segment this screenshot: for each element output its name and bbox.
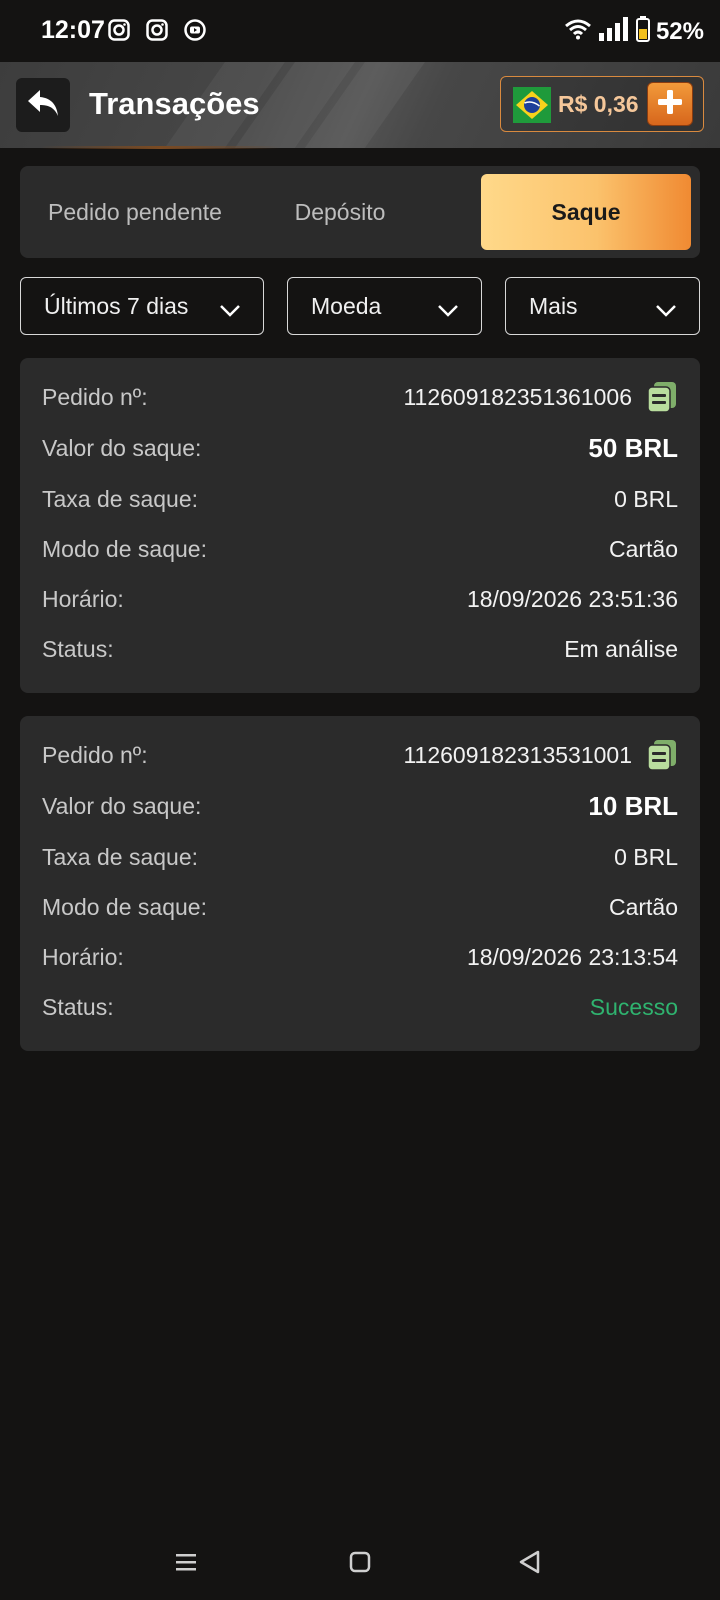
battery-percent: 52% [655,17,704,45]
status-value: Sucesso [589,994,678,1020]
recent-apps-button[interactable] [166,1544,206,1584]
status-bar: 12:07 52% [0,0,720,62]
withdrawal-amount: 50 BRL [588,433,678,463]
amount-label: Valor do saque: [42,793,202,819]
tab-pending-order[interactable]: Pedido pendente [20,174,250,250]
withdrawal-mode: Cartão [608,536,678,562]
system-nav-bar [0,1530,720,1600]
mode-row: Modo de saque: Cartão [42,890,678,922]
status-value: Em análise [564,636,678,662]
balance-amount: R$ 0,36 [558,91,639,117]
chevron-down-icon [655,297,677,324]
page-title: Transações [89,86,260,121]
youtube-icon [184,19,206,46]
instagram-icon [108,19,130,46]
wallet-balance[interactable]: R$ 0,36 [500,76,704,132]
status-label: Status: [42,636,114,662]
period-filter-dropdown[interactable]: Últimos 7 dias [20,277,264,335]
currency-filter-value: Moeda [311,292,382,319]
app-header: Transações R$ 0,36 [0,62,720,148]
amount-row: Valor do saque: 10 BRL [42,789,678,821]
transaction-time: 18/09/2026 23:13:54 [466,944,678,970]
order-row: Pedido nº: 112609182313531001 [42,738,678,771]
time-label: Horário: [42,944,124,970]
withdrawal-mode: Cartão [608,894,678,920]
transaction-time: 18/09/2026 23:51:36 [466,586,678,612]
mode-row: Modo de saque: Cartão [42,532,678,564]
withdrawal-fee: 0 BRL [614,844,678,870]
battery-icon [635,16,650,47]
time-row: Horário: 18/09/2026 23:51:36 [42,582,678,614]
back-arrow-icon [26,88,60,123]
chevron-down-icon [219,297,241,324]
status-row: Status: Sucesso [42,990,678,1022]
order-label: Pedido nº: [42,742,148,768]
triangle-back-icon [518,1550,542,1579]
currency-filter-dropdown[interactable]: Moeda [287,277,482,335]
tab-deposit[interactable]: Depósito [260,174,420,250]
withdrawal-fee: 0 BRL [614,486,678,512]
back-button[interactable] [16,78,70,132]
transaction-card: Pedido nº: 112609182351361006 Valor do s… [20,358,700,693]
copy-icon[interactable] [646,381,678,413]
back-nav-button[interactable] [510,1544,550,1584]
more-filter-dropdown[interactable]: Mais [505,277,700,335]
time-row: Horário: 18/09/2026 23:13:54 [42,940,678,972]
copy-icon[interactable] [646,739,678,771]
fee-label: Taxa de saque: [42,844,199,870]
amount-label: Valor do saque: [42,435,202,461]
status-label: Status: [42,994,114,1020]
order-number: 112609182313531001 [403,742,632,768]
mode-label: Modo de saque: [42,536,207,562]
brazil-flag-icon [513,87,551,123]
fee-label: Taxa de saque: [42,486,199,512]
tab-withdrawal[interactable]: Saque [481,174,691,250]
status-row: Status: Em análise [42,632,678,664]
amount-row: Valor do saque: 50 BRL [42,431,678,463]
more-filter-value: Mais [529,292,578,319]
fee-row: Taxa de saque: 0 BRL [42,482,678,514]
status-time: 12:07 [41,16,105,44]
mode-label: Modo de saque: [42,894,207,920]
chevron-down-icon [437,297,459,324]
transaction-tabs: Pedido pendente Depósito Saque [20,166,700,258]
transaction-card: Pedido nº: 112609182313531001 Valor do s… [20,716,700,1051]
order-row: Pedido nº: 112609182351361006 [42,380,678,413]
header-divider [40,146,280,149]
withdrawal-amount: 10 BRL [588,791,678,821]
signal-icon [598,17,630,46]
fee-row: Taxa de saque: 0 BRL [42,840,678,872]
square-icon [349,1551,371,1578]
deposit-plus-button[interactable] [647,82,693,126]
instagram-icon [146,19,168,46]
period-filter-value: Últimos 7 dias [44,292,189,319]
time-label: Horário: [42,586,124,612]
order-label: Pedido nº: [42,384,148,410]
plus-icon [656,88,684,121]
home-button[interactable] [340,1544,380,1584]
menu-icon [174,1552,198,1577]
order-number: 112609182351361006 [403,384,632,410]
status-right: 52% [564,16,704,47]
wifi-icon [564,18,592,45]
